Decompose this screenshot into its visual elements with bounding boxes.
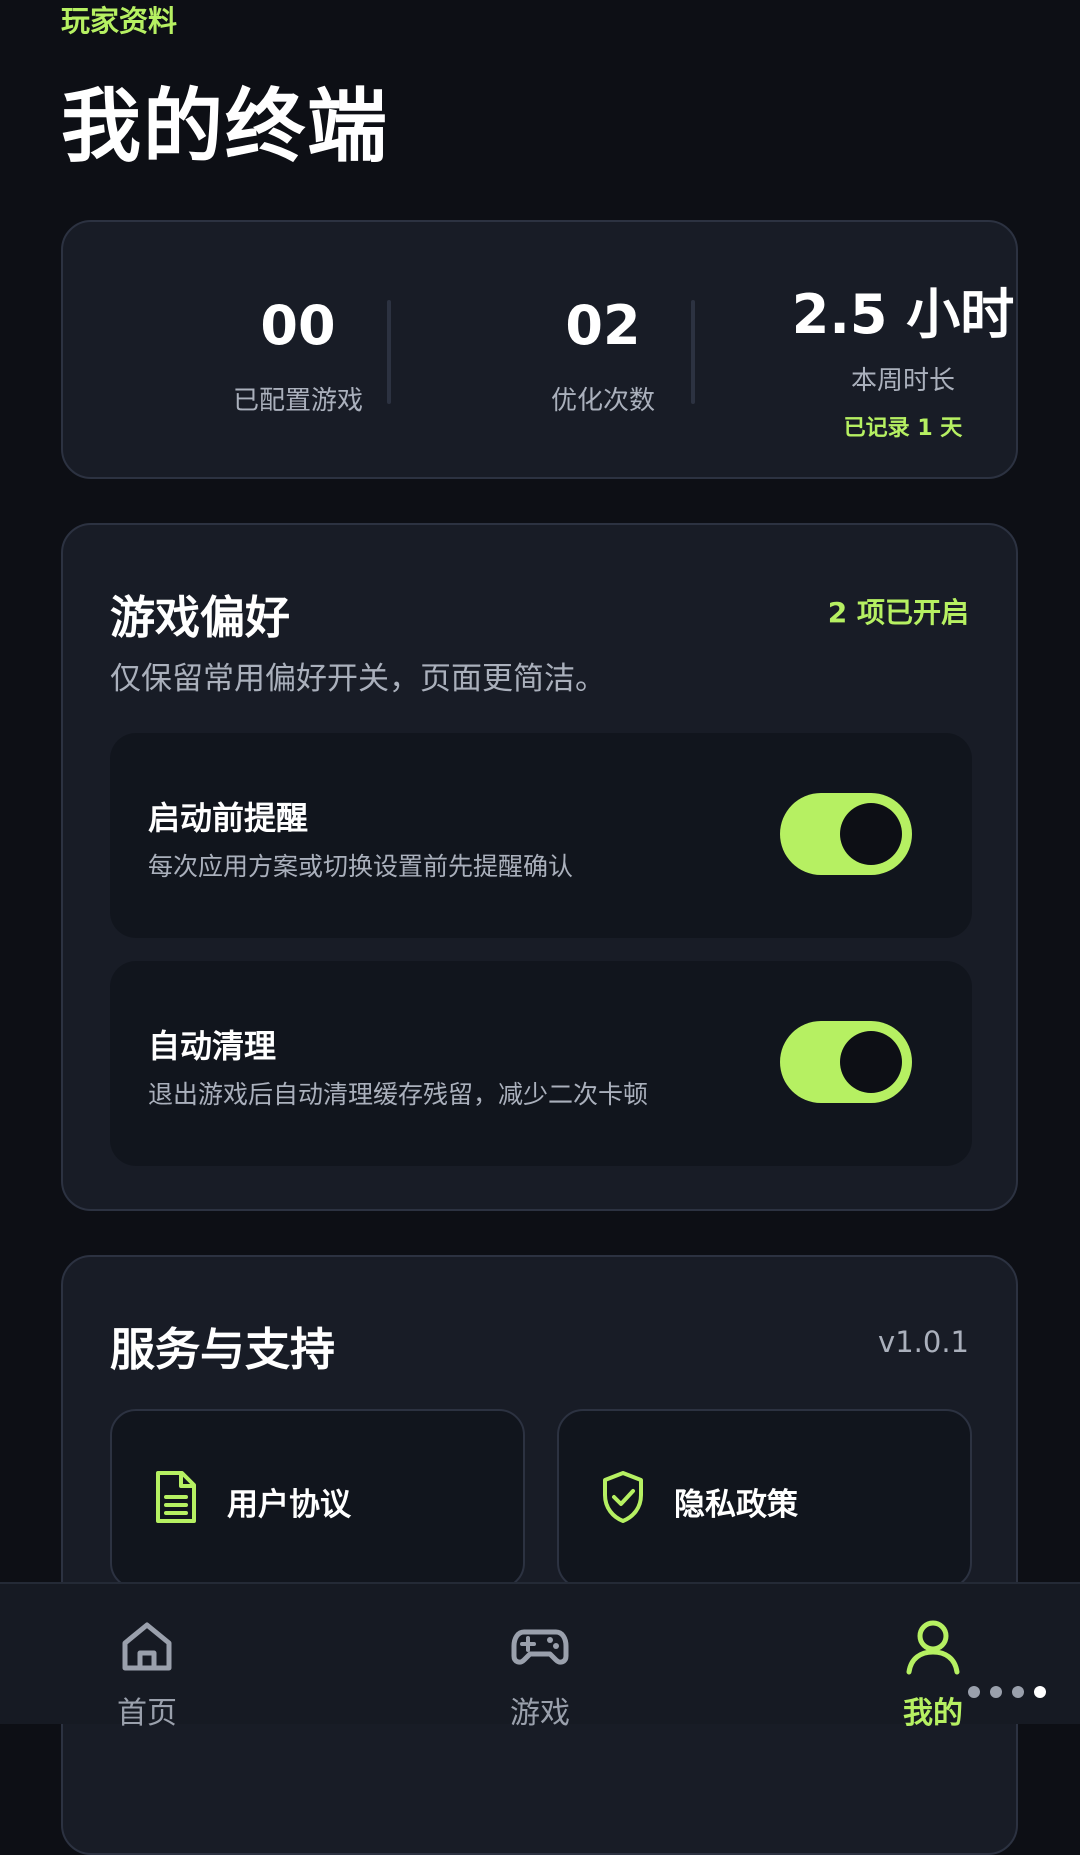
preferences-enabled-count: 2 项已开启 — [827, 596, 969, 629]
privacy-policy-link[interactable]: 隐私政策 — [557, 1409, 972, 1589]
pref-row-launch-reminder: 启动前提醒 每次应用方案或切换设置前先提醒确认 — [110, 733, 972, 938]
pref-title: 自动清理 — [148, 1027, 277, 1065]
page-title: 我的终端 — [61, 80, 389, 173]
section-label: 玩家资料 — [61, 4, 178, 38]
gamepad-icon — [511, 1629, 569, 1665]
stat-optimizations-value: 02 — [565, 294, 641, 357]
home-icon — [122, 1622, 172, 1671]
nav-item-me[interactable]: 我的 — [863, 1616, 1003, 1732]
user-agreement-link[interactable]: 用户协议 — [110, 1409, 525, 1589]
nav-label-home: 首页 — [117, 1696, 177, 1731]
stats-divider — [691, 300, 695, 404]
stat-weekly-time-label: 本周时长 — [850, 366, 955, 396]
user-icon — [906, 1620, 960, 1675]
page-dot — [1012, 1686, 1024, 1698]
stats-card: 00 已配置游戏 02 优化次数 2.5 小时 本周时长 已记录 1 天 — [61, 220, 1018, 479]
nav-label-me: 我的 — [903, 1696, 963, 1731]
privacy-policy-label: 隐私政策 — [674, 1487, 798, 1523]
service-card: 服务与支持 v1.0.1 用户协议 隐私政策 — [61, 1255, 1018, 1855]
user-agreement-label: 用户协议 — [227, 1487, 351, 1523]
nav-label-games: 游戏 — [510, 1696, 570, 1731]
pref-description: 每次应用方案或切换设置前先提醒确认 — [148, 852, 574, 881]
document-icon — [156, 1471, 196, 1523]
stat-optimizations-label: 优化次数 — [550, 386, 655, 416]
service-title: 服务与支持 — [110, 1323, 336, 1376]
stat-configured-games-value: 00 — [260, 294, 336, 357]
stat-weekly-time-value: 2.5 小时 — [791, 283, 1015, 346]
pref-row-auto-clean: 自动清理 退出游戏后自动清理缓存残留，减少二次卡顿 — [110, 961, 972, 1166]
stat-configured-games-label: 已配置游戏 — [232, 386, 363, 416]
bottom-nav: 首页 游戏 我的 — [0, 1582, 1080, 1731]
nav-item-home[interactable]: 首页 — [77, 1616, 217, 1732]
pref-description: 退出游戏后自动清理缓存残留，减少二次卡顿 — [148, 1080, 649, 1109]
launch-reminder-toggle[interactable] — [780, 793, 912, 875]
nav-item-games[interactable]: 游戏 — [470, 1616, 1046, 1732]
auto-clean-toggle[interactable] — [780, 1021, 912, 1103]
stat-weekly-time-sub: 已记录 1 天 — [843, 416, 963, 441]
preferences-card: 游戏偏好 2 项已开启 仅保留常用偏好开关，页面更简洁。 启动前提醒 每次应用方… — [61, 523, 1018, 1211]
page-dot-active — [1034, 1686, 1046, 1698]
stats-divider — [387, 300, 391, 404]
preferences-title: 游戏偏好 — [110, 591, 291, 644]
preferences-description: 仅保留常用偏好开关，页面更简洁。 — [110, 661, 606, 697]
shield-check-icon — [603, 1471, 643, 1523]
toggle-knob — [840, 1031, 902, 1093]
toggle-knob — [840, 803, 902, 865]
pref-title: 启动前提醒 — [148, 799, 309, 837]
app-version: v1.0.1 — [878, 1325, 969, 1359]
